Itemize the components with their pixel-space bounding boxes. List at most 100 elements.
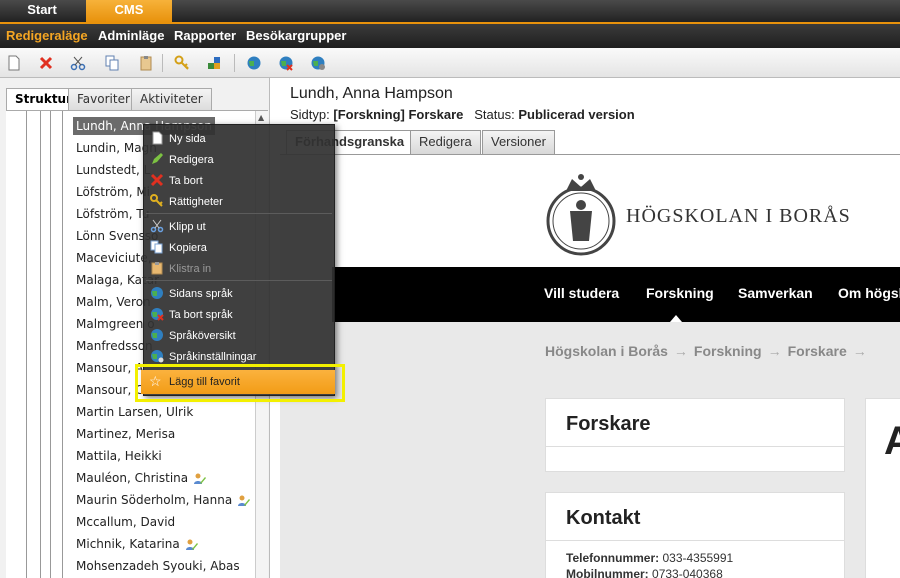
ctx-kopiera[interactable]: Kopiera [144, 238, 334, 258]
tree-item[interactable]: Martin Larsen, Ulrik [76, 403, 193, 421]
mobile-line: Mobilnummer: 0733-040368 [546, 565, 844, 578]
ctx-label: Redigera [169, 154, 214, 166]
toolbar-separator [234, 54, 235, 72]
globe-delete-icon [151, 308, 164, 321]
university-seal-logo [546, 174, 616, 256]
ctx-redigera[interactable]: Redigera [144, 150, 334, 170]
ctx-klipp-ut[interactable]: Klipp ut [144, 217, 334, 237]
tab-cms[interactable]: CMS [86, 0, 172, 22]
tree-item[interactable]: Mattila, Heikki [76, 447, 162, 465]
tree-item[interactable]: Lundstedt, L [76, 161, 150, 179]
tree-item-label: Mansour, C [76, 383, 144, 397]
tree-guide-line [40, 111, 41, 578]
ctx-label: Rättigheter [169, 196, 223, 208]
new-page-icon [152, 131, 163, 145]
breadcrumb-item[interactable]: Högskolan i Borås [545, 343, 668, 359]
sidtyp-value: [Forskning] Forskare [333, 107, 464, 122]
tree-item-label: Löfström, Mi [76, 185, 151, 199]
scroll-up-arrow-icon[interactable]: ▲ [258, 113, 264, 122]
tree-item-label: Löfström, Tu [76, 207, 150, 221]
phone-label: Telefonnummer: [566, 551, 660, 565]
ctx-ta-bort-sprak[interactable]: Ta bort språk [144, 305, 334, 325]
tree-item[interactable]: Malm, Veron [76, 293, 151, 311]
ctx-separator [146, 213, 332, 214]
copy-icon [150, 240, 163, 254]
menu-rapporter[interactable]: Rapporter [174, 28, 236, 43]
edit-icon [152, 153, 163, 164]
nav-forskning[interactable]: Forskning [646, 285, 714, 301]
tree-item[interactable]: Maurin Söderholm, Hanna [76, 491, 251, 509]
tree-guide-line [50, 111, 51, 578]
toolbar [0, 48, 900, 78]
tree-item[interactable]: Löfström, Mi [76, 183, 150, 201]
ctx-lagg-till-favorit[interactable]: ☆ Lägg till favorit [141, 370, 335, 394]
language-icon[interactable] [246, 55, 262, 71]
new-page-icon[interactable] [6, 55, 22, 71]
tree-item[interactable]: Mohsenzadeh Syouki, Abas [76, 557, 240, 575]
tree-item[interactable]: Maceviciute, [76, 249, 152, 267]
ctx-sprakoversikt[interactable]: Språköversikt [144, 326, 334, 346]
menu-redigeralage[interactable]: Redigeraläge [6, 28, 88, 43]
move-icon[interactable] [206, 55, 222, 71]
status-label: Status: [474, 107, 515, 122]
phone-line: Telefonnummer: 033-4355991 [546, 541, 844, 565]
tree-item[interactable]: Manfredsson [76, 337, 153, 355]
tab-aktiviteter[interactable]: Aktiviteter [131, 88, 212, 110]
sidtyp-label: Sidtyp: [290, 107, 330, 122]
tree-item-label: Maurin Söderholm, Hanna [76, 493, 233, 507]
ctx-ny-sida[interactable]: Ny sida [144, 129, 334, 149]
permissions-icon[interactable] [174, 55, 190, 71]
page-preview: HÖGSKOLAN I BORÅS Vill studera Forskning… [280, 154, 900, 578]
tree-item[interactable]: Mauléon, Christina [76, 469, 207, 487]
nav-vill-studera[interactable]: Vill studera [544, 285, 619, 301]
nav-samverkan[interactable]: Samverkan [738, 285, 813, 301]
tree-item-label: Mohsenzadeh Syouki, Abas [76, 559, 240, 573]
tab-favoriter[interactable]: Favoriter [68, 88, 139, 110]
ctx-label: Språköversikt [169, 330, 236, 342]
tree-item[interactable]: Mccallum, David [76, 513, 175, 531]
tree-item-label: Mattila, Heikki [76, 449, 162, 463]
menu-adminlage[interactable]: Adminläge [98, 28, 164, 43]
tree-item[interactable]: Mansour, A [76, 359, 143, 377]
nav-om-hogskolan[interactable]: Om högsko [838, 285, 900, 301]
breadcrumb-item[interactable]: Forskning [694, 343, 762, 359]
tree-item[interactable]: Mansour, C [76, 381, 143, 399]
menu-besokargrupper[interactable]: Besökargrupper [246, 28, 346, 43]
tab-start[interactable]: Start [0, 0, 84, 22]
key-icon [150, 194, 163, 207]
ctx-ta-bort[interactable]: Ta bort [144, 171, 334, 191]
ctx-rattigheter[interactable]: Rättigheter [144, 192, 334, 212]
nav-active-pointer [670, 315, 682, 322]
tree-item-label: Martin Larsen, Ulrik [76, 405, 194, 419]
globe-settings-icon [151, 350, 164, 363]
ctx-label: Lägg till favorit [169, 376, 240, 388]
tree-item[interactable]: Martinez, Merisa [76, 425, 175, 443]
cut-icon [150, 219, 164, 233]
globe-overview-icon [151, 329, 163, 341]
ctx-label: Ny sida [169, 133, 206, 145]
copy-icon[interactable] [104, 55, 120, 71]
tree-item-label: Maceviciute, [76, 251, 152, 265]
edit-person-icon [194, 473, 207, 484]
breadcrumb-item[interactable]: Forskare [788, 343, 847, 359]
cut-icon[interactable] [70, 55, 86, 71]
language-settings-icon[interactable] [310, 55, 326, 71]
tree-item-label: Malm, Veron [76, 295, 151, 309]
ctx-separator [146, 280, 332, 281]
breadcrumb-separator: → [673, 343, 688, 359]
tree-item[interactable]: Löfström, Tu [76, 205, 149, 223]
edit-person-icon [185, 539, 198, 550]
ctx-label: Klipp ut [169, 221, 206, 233]
tab-versioner[interactable]: Versioner [482, 130, 555, 154]
remove-language-icon[interactable] [278, 55, 294, 71]
tab-redigera[interactable]: Redigera [410, 130, 481, 154]
paste-icon[interactable] [138, 55, 154, 71]
delete-icon[interactable] [38, 55, 54, 71]
phone-value: 033-4355991 [662, 551, 734, 565]
tree-item[interactable]: Michnik, Katarina [76, 535, 198, 553]
tree-item-label: Martinez, Merisa [76, 427, 176, 441]
globe-icon [151, 287, 163, 299]
ctx-sidans-sprak[interactable]: Sidans språk [144, 284, 334, 304]
toolbar-separator [162, 54, 163, 72]
logo-text: HÖGSKOLAN I BORÅS [626, 205, 851, 227]
